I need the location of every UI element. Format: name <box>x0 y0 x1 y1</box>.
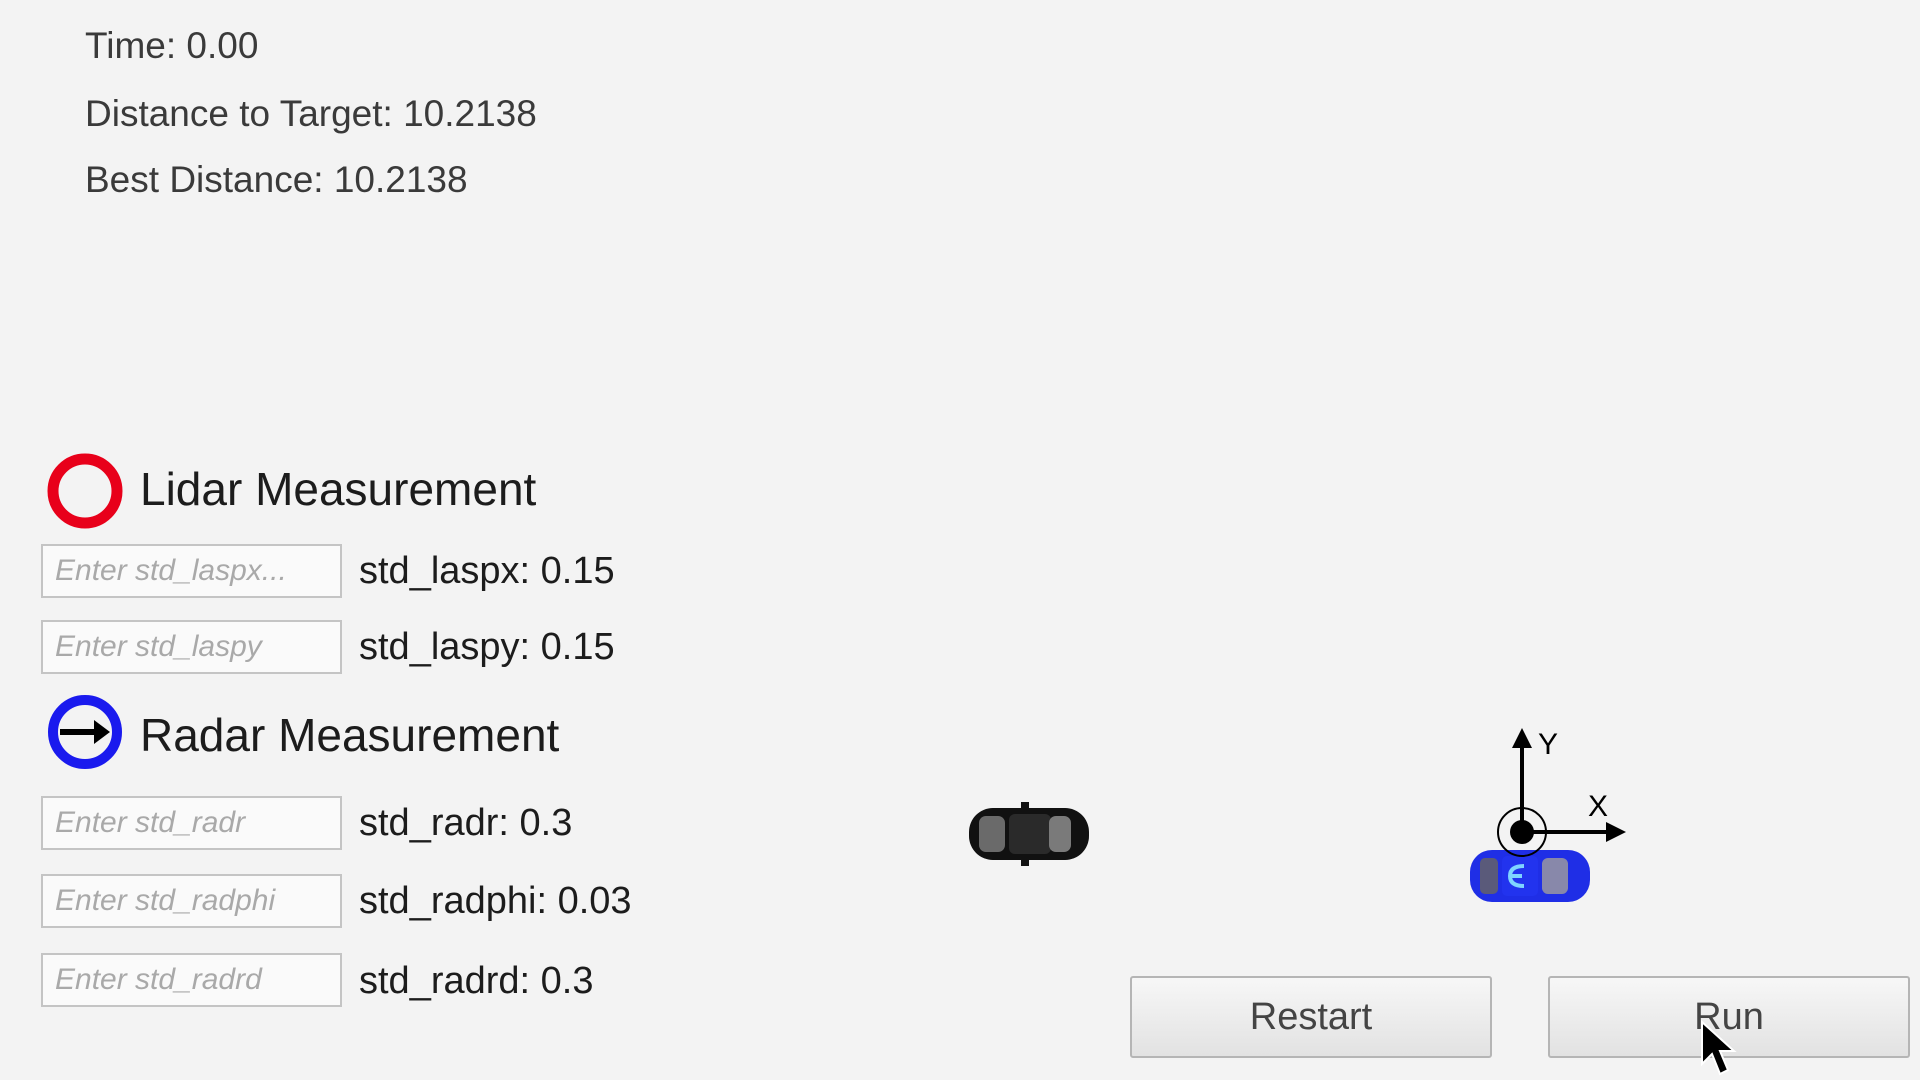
simulator-canvas: Time: 0.00 Distance to Target: 10.2138 B… <box>0 0 1920 1080</box>
x-axis-label: X <box>1588 790 1608 823</box>
red-circle-icon <box>47 453 123 529</box>
std-radphi-input[interactable] <box>41 874 342 928</box>
std-radrd-label: std_radrd: 0.3 <box>359 960 594 1002</box>
coordinate-axes: Y X <box>1497 728 1626 857</box>
best-distance-readout: Best Distance: 10.2138 <box>85 159 468 200</box>
y-axis-label: Y <box>1538 728 1558 761</box>
std-laspy-input[interactable] <box>41 620 342 674</box>
std-laspx-label: std_laspx: 0.15 <box>359 550 615 592</box>
std-radr-input[interactable] <box>41 796 342 850</box>
std-radr-label: std_radr: 0.3 <box>359 802 573 844</box>
lidar-section-title: Lidar Measurement <box>140 463 537 515</box>
radar-section-title: Radar Measurement <box>140 709 560 761</box>
std-laspy-label: std_laspy: 0.15 <box>359 626 615 668</box>
blue-circle-arrow-icon <box>48 695 122 769</box>
std-radrd-input[interactable] <box>41 953 342 1007</box>
std-laspx-input[interactable] <box>41 544 342 598</box>
target-car <box>969 802 1089 866</box>
std-radphi-label: std_radphi: 0.03 <box>359 880 632 922</box>
distance-to-target-readout: Distance to Target: 10.2138 <box>85 93 537 134</box>
time-readout: Time: 0.00 <box>85 25 259 66</box>
mouse-cursor-icon <box>1701 1020 1737 1076</box>
restart-button[interactable]: Restart <box>1130 976 1492 1058</box>
